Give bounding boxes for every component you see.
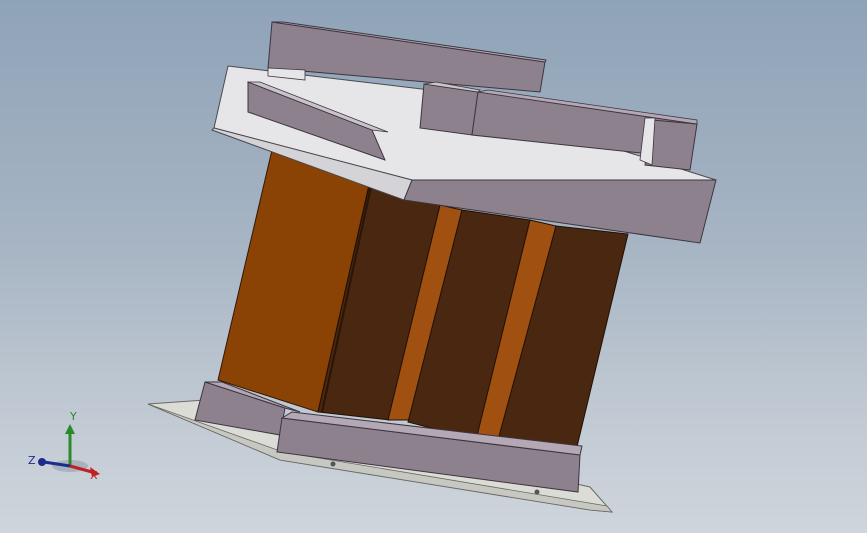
graphics-viewport[interactable]: Y Z X: [0, 0, 867, 533]
transformer-3d-model[interactable]: [0, 0, 867, 533]
axis-label-y: Y: [70, 410, 77, 423]
mounting-hole: [330, 461, 336, 467]
mounting-hole: [534, 489, 540, 495]
axis-label-x: X: [90, 469, 98, 482]
coordinate-triad: Y Z X: [24, 410, 104, 490]
axis-label-z: Z: [28, 454, 36, 467]
